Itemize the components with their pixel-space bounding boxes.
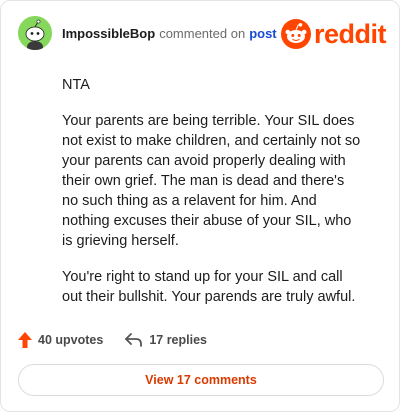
comment-body: NTA Your parents are being terrible. You… (62, 75, 362, 323)
reply-arrow-icon (125, 333, 143, 347)
upvote-button[interactable]: 40 upvotes (18, 332, 103, 348)
comment-paragraph: NTA (62, 77, 90, 93)
reddit-wordmark: reddit (313, 19, 387, 49)
commented-on-label: commented on (159, 26, 246, 41)
user-avatar[interactable] (18, 16, 52, 50)
comment-paragraph: You're right to stand up for your SIL an… (62, 269, 356, 305)
reddit-logo-icon (280, 19, 311, 49)
comment-meta: ImpossibleBop commented on post (62, 26, 277, 41)
username[interactable]: ImpossibleBop (62, 26, 155, 41)
view-comments-button[interactable]: View 17 comments (18, 364, 384, 396)
comment-actions: 40 upvotes 17 replies (18, 331, 229, 349)
comment-paragraph: Your parents are being terrible. Your SI… (62, 113, 361, 249)
reddit-logo[interactable]: reddit (280, 19, 387, 49)
reply-count: 17 replies (149, 333, 207, 347)
replies-button[interactable]: 17 replies (125, 333, 207, 347)
snoo-avatar-icon (18, 16, 52, 50)
post-link[interactable]: post (249, 26, 276, 41)
comment-card: ImpossibleBop commented on post reddit NTA… (0, 0, 400, 412)
upvote-count: 40 upvotes (38, 333, 104, 347)
upvote-arrow-icon (18, 332, 32, 348)
comment-header: ImpossibleBop commented on post reddit (18, 16, 387, 52)
